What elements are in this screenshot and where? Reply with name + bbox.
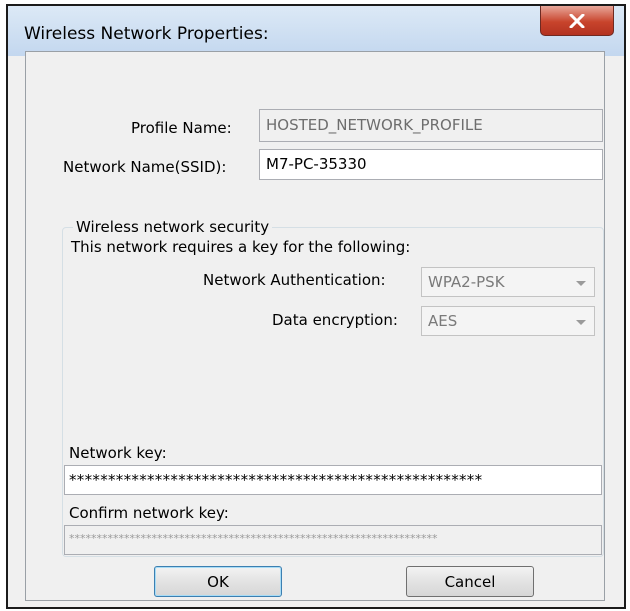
chevron-down-icon bbox=[576, 320, 586, 325]
authentication-value: WPA2-PSK bbox=[428, 273, 505, 291]
ssid-label: Network Name(SSID): bbox=[63, 158, 227, 176]
chevron-down-icon bbox=[576, 281, 586, 286]
security-group-legend: Wireless network security bbox=[73, 218, 273, 236]
authentication-select[interactable]: WPA2-PSK bbox=[421, 267, 595, 297]
close-icon bbox=[569, 13, 585, 28]
confirm-key-label: Confirm network key: bbox=[69, 504, 229, 522]
profile-name-label: Profile Name: bbox=[131, 119, 232, 137]
encryption-select[interactable]: AES bbox=[421, 306, 595, 336]
dialog-window: Wireless Network Properties: Profile Nam… bbox=[6, 4, 626, 609]
network-key-label: Network key: bbox=[69, 444, 167, 462]
dialog-body: Profile Name: HOSTED_NETWORK_PROFILE Net… bbox=[25, 51, 605, 601]
ok-button[interactable]: OK bbox=[154, 566, 282, 597]
encryption-value: AES bbox=[428, 312, 458, 330]
close-button[interactable] bbox=[540, 6, 614, 36]
network-key-input[interactable]: ****************************************… bbox=[64, 465, 602, 495]
confirm-key-field: ****************************************… bbox=[64, 525, 602, 555]
security-group: Wireless network security This network r… bbox=[62, 218, 604, 557]
authentication-label: Network Authentication: bbox=[203, 271, 386, 289]
cancel-button[interactable]: Cancel bbox=[406, 566, 534, 597]
profile-name-field: HOSTED_NETWORK_PROFILE bbox=[259, 109, 603, 142]
security-description: This network requires a key for the foll… bbox=[71, 238, 411, 256]
encryption-label: Data encryption: bbox=[272, 311, 398, 329]
title-bar[interactable]: Wireless Network Properties: bbox=[8, 6, 624, 56]
window-title: Wireless Network Properties: bbox=[24, 24, 269, 44]
ssid-input[interactable]: M7-PC-35330 bbox=[259, 149, 603, 180]
